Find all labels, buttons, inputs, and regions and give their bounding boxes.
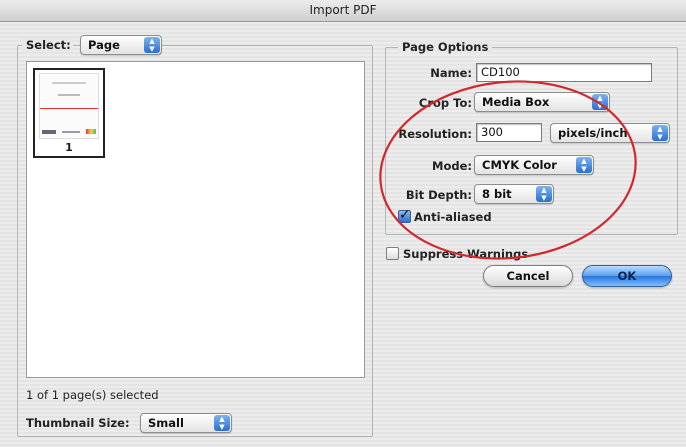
popup-arrows-icon: ▲ ▼ bbox=[592, 94, 608, 110]
name-label: Name: bbox=[430, 66, 472, 80]
suppress-warnings-label: Suppress Warnings bbox=[403, 247, 529, 261]
select-label: Select: bbox=[22, 38, 73, 52]
thumbnail-size-popup[interactable]: Small ▲ ▼ bbox=[140, 413, 232, 433]
mode-value: CMYK Color bbox=[482, 158, 557, 172]
page-thumbnail[interactable]: 1 bbox=[33, 68, 105, 158]
popup-arrows-icon: ▲ ▼ bbox=[214, 415, 230, 431]
thumbnail-list[interactable]: 1 bbox=[26, 61, 365, 378]
cancel-button[interactable]: Cancel bbox=[483, 265, 573, 287]
selection-status: 1 of 1 page(s) selected bbox=[26, 388, 159, 402]
bit-depth-label: Bit Depth: bbox=[405, 188, 472, 202]
anti-aliased-checkbox[interactable]: ✓ bbox=[398, 207, 411, 223]
suppress-warnings-checkbox[interactable] bbox=[386, 247, 399, 260]
popup-arrows-icon: ▲ ▼ bbox=[144, 37, 160, 53]
bit-depth-value: 8 bit bbox=[482, 187, 512, 201]
crop-to-value: Media Box bbox=[482, 95, 550, 109]
page-preview bbox=[39, 73, 99, 139]
window-title: Import PDF bbox=[0, 0, 686, 22]
mode-label: Mode: bbox=[432, 159, 472, 173]
mode-popup[interactable]: CMYK Color ▲ ▼ bbox=[474, 155, 594, 175]
name-field[interactable]: CD100 bbox=[476, 63, 652, 82]
thumbnail-size-label: Thumbnail Size: bbox=[26, 416, 130, 430]
resolution-field[interactable]: 300 bbox=[476, 123, 542, 142]
bit-depth-popup[interactable]: 8 bit ▲ ▼ bbox=[474, 184, 554, 204]
thumbnail-page-number: 1 bbox=[65, 141, 73, 154]
popup-arrows-icon: ▲ ▼ bbox=[652, 125, 668, 141]
checkmark-icon: ✓ bbox=[399, 207, 411, 223]
crop-to-popup[interactable]: Media Box ▲ ▼ bbox=[474, 92, 610, 112]
crop-to-label: Crop To: bbox=[418, 96, 472, 110]
select-popup-value: Page bbox=[88, 38, 120, 52]
resolution-unit-value: pixels/inch bbox=[558, 126, 628, 140]
ok-button[interactable]: OK bbox=[582, 265, 672, 287]
thumbnail-size-value: Small bbox=[148, 416, 184, 430]
page-options-legend: Page Options bbox=[398, 40, 493, 54]
popup-arrows-icon: ▲ ▼ bbox=[536, 186, 552, 202]
anti-aliased-label: Anti-aliased bbox=[414, 210, 492, 224]
select-popup[interactable]: Page ▲ ▼ bbox=[80, 35, 162, 55]
resolution-unit-popup[interactable]: pixels/inch ▲ ▼ bbox=[550, 123, 670, 143]
popup-arrows-icon: ▲ ▼ bbox=[576, 157, 592, 173]
resolution-label: Resolution: bbox=[398, 127, 472, 141]
